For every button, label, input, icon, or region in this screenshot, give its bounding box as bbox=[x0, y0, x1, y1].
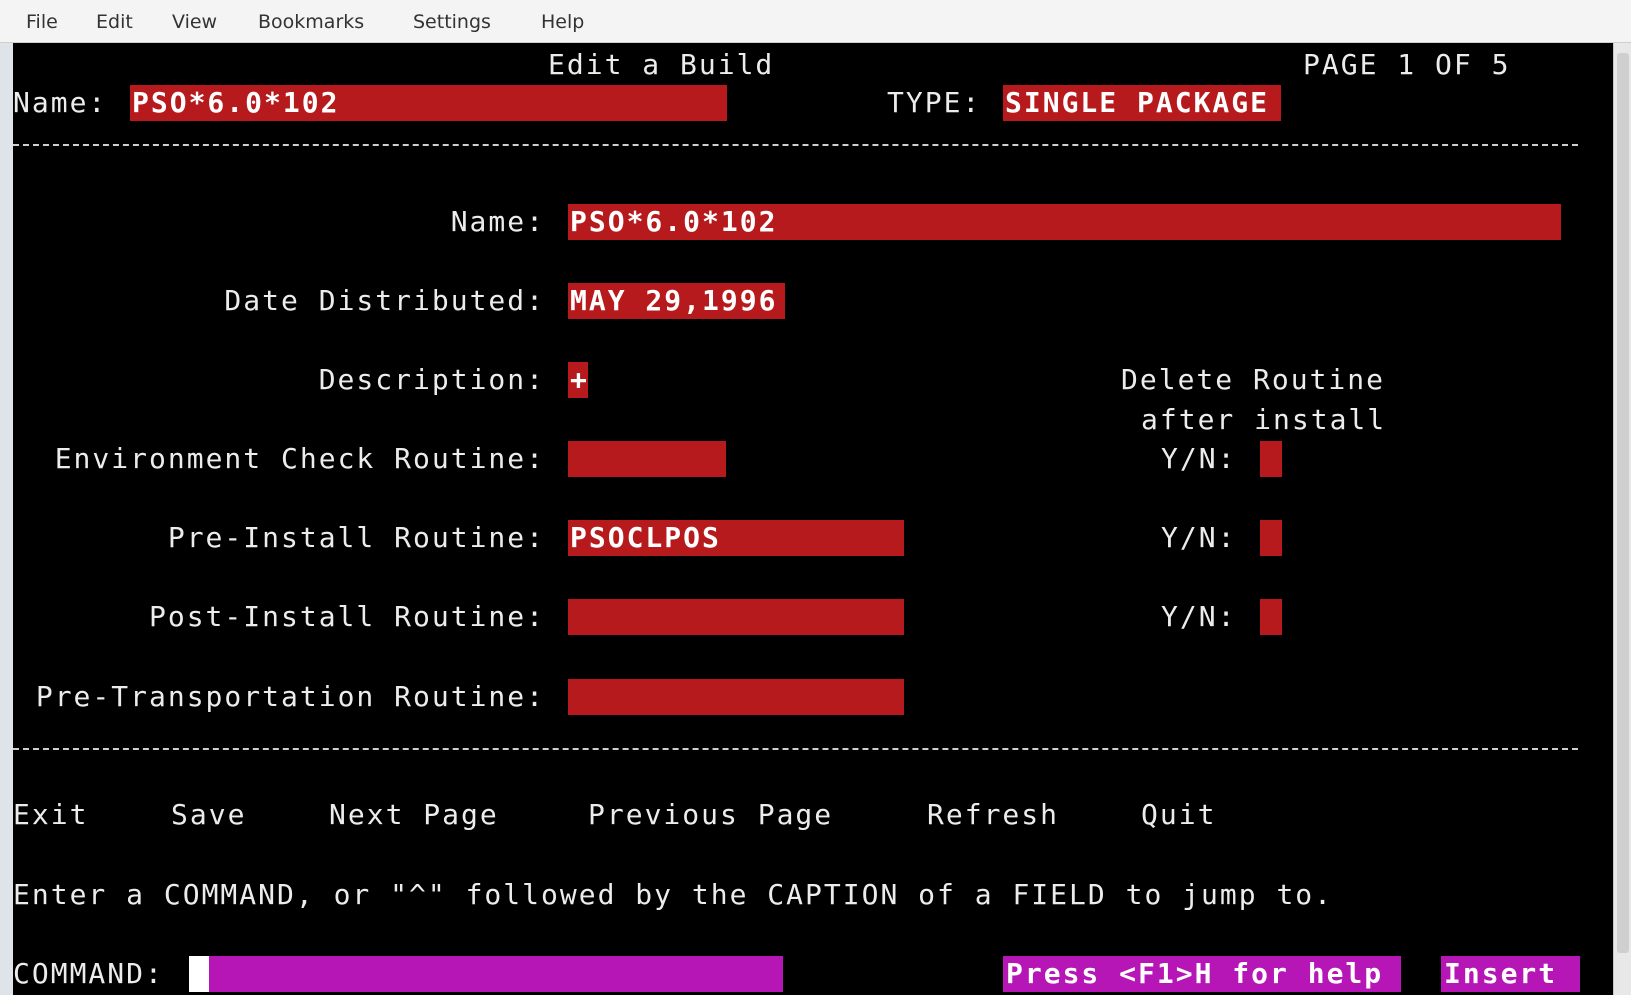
scrollbar-thumb[interactable] bbox=[1617, 53, 1629, 953]
command-save[interactable]: Save bbox=[171, 797, 246, 833]
menu-edit[interactable]: Edit bbox=[96, 11, 133, 33]
name-label: Name: bbox=[450, 205, 545, 238]
type-label: TYPE: bbox=[887, 86, 982, 119]
env-yn-label: Y/N: bbox=[1161, 442, 1237, 475]
page-indicator: PAGE 1 OF 5 bbox=[1303, 48, 1511, 81]
type-field: SINGLE PACKAGE bbox=[1003, 85, 1281, 121]
date-distributed-field[interactable]: MAY 29,1996 bbox=[568, 283, 785, 319]
pre-transportation-field[interactable] bbox=[568, 679, 904, 715]
menu-bar: File Edit View Bookmarks Settings Help bbox=[0, 0, 1631, 43]
menu-view[interactable]: View bbox=[172, 11, 217, 33]
text-cursor bbox=[189, 956, 209, 992]
menu-bookmarks[interactable]: Bookmarks bbox=[258, 11, 364, 33]
pre-yn-field[interactable] bbox=[1260, 520, 1282, 556]
terminal-screen: Edit a Build PAGE 1 OF 5 Name: PSO*6.0*1… bbox=[13, 43, 1613, 995]
command-input[interactable] bbox=[189, 956, 783, 992]
command-quit[interactable]: Quit bbox=[1141, 797, 1216, 833]
pre-install-field[interactable]: PSOCLPOS bbox=[568, 520, 904, 556]
description-label: Description: bbox=[318, 363, 545, 396]
pre-install-label: Pre-Install Routine: bbox=[167, 521, 545, 554]
vertical-scrollbar[interactable] bbox=[1613, 43, 1631, 995]
command-next-page[interactable]: Next Page bbox=[329, 797, 499, 833]
environment-check-label: Environment Check Routine: bbox=[54, 442, 545, 475]
hint-text: Enter a COMMAND, or "^" followed by the … bbox=[13, 878, 1334, 911]
environment-check-field[interactable] bbox=[568, 441, 726, 477]
screen-title: Edit a Build bbox=[548, 48, 775, 81]
insert-mode-status: Insert bbox=[1441, 956, 1580, 992]
menu-help[interactable]: Help bbox=[541, 11, 584, 33]
post-yn-label: Y/N: bbox=[1161, 600, 1237, 633]
help-status: Press <F1>H for help bbox=[1003, 956, 1401, 992]
command-exit[interactable]: Exit bbox=[13, 797, 88, 833]
description-field[interactable]: + bbox=[568, 362, 588, 398]
menu-file[interactable]: File bbox=[26, 11, 58, 33]
pre-transportation-label: Pre-Transportation Routine: bbox=[35, 680, 545, 713]
env-yn-field[interactable] bbox=[1260, 441, 1282, 477]
pre-yn-label: Y/N: bbox=[1161, 521, 1237, 554]
menu-settings[interactable]: Settings bbox=[413, 11, 491, 33]
header-name-label: Name: bbox=[13, 86, 108, 119]
post-install-label: Post-Install Routine: bbox=[148, 600, 545, 633]
post-install-field[interactable] bbox=[568, 599, 904, 635]
divider-bottom bbox=[13, 748, 1578, 750]
delete-routine-header-1: Delete Routine bbox=[1121, 363, 1386, 396]
header-name-field[interactable]: PSO*6.0*102 bbox=[130, 85, 727, 121]
command-previous-page[interactable]: Previous Page bbox=[588, 797, 833, 833]
name-field[interactable]: PSO*6.0*102 bbox=[568, 204, 1561, 240]
divider-top bbox=[13, 144, 1578, 146]
delete-routine-header-2: after install bbox=[1141, 403, 1387, 436]
date-distributed-label: Date Distributed: bbox=[224, 284, 545, 317]
command-refresh[interactable]: Refresh bbox=[927, 797, 1059, 833]
command-label: COMMAND: bbox=[13, 957, 164, 990]
post-yn-field[interactable] bbox=[1260, 599, 1282, 635]
